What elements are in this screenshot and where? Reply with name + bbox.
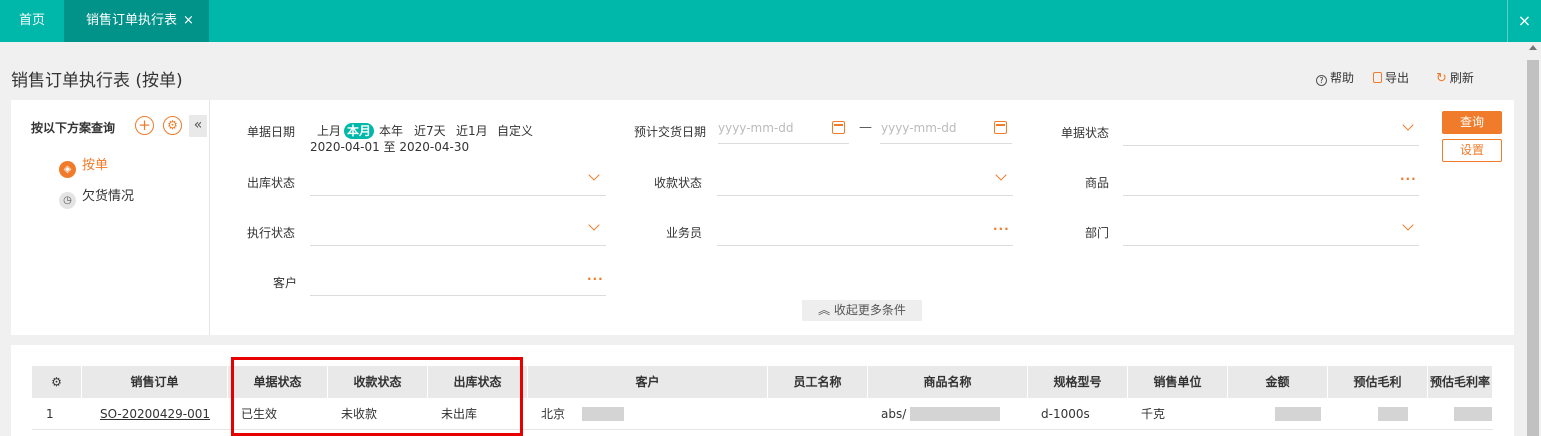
top-tab-bar: 首页 销售订单执行表 × × [0,0,1541,42]
column-header[interactable]: 预估毛利 [1328,366,1428,398]
receipt-status-select[interactable] [717,195,1013,196]
doc-date-label: 单据日期 [247,125,296,139]
exec-status-select[interactable] [310,245,606,246]
out-status-label: 出库状态 [247,176,296,190]
box-icon: ◈ [59,161,76,178]
page-title: 销售订单执行表 (按单) [11,71,183,91]
scheme-item-label: 欠货情况 [82,189,135,204]
quick-this-month[interactable]: 本月 [344,123,375,139]
chevron-down-icon[interactable] [588,169,600,181]
scheme-item-shortage[interactable]: ◷ 欠货情况 [59,185,134,209]
unit-cell: 千克 [1141,407,1166,421]
quick-last-7-days[interactable]: 近7天 [412,123,448,139]
column-header[interactable]: 销售单位 [1128,366,1228,398]
collapse-sidebar-icon[interactable]: « [189,115,207,137]
export-button[interactable]: 导出 [1373,69,1409,86]
more-dots-icon[interactable]: ··· [1400,172,1417,186]
department-label: 部门 [1085,226,1110,240]
redacted-customer [582,407,624,421]
column-settings-icon[interactable]: ⚙ [32,366,82,398]
column-header[interactable]: 员工名称 [768,366,868,398]
column-header[interactable]: 商品名称 [868,366,1028,398]
export-icon [1373,72,1382,83]
redacted-profit-rate [1454,407,1492,421]
column-header[interactable]: 客户 [528,366,768,398]
chevron-down-icon[interactable] [588,219,600,231]
column-header[interactable]: 规格型号 [1028,366,1128,398]
spec-cell: d-1000s [1041,407,1090,421]
collapse-more-conditions-button[interactable]: ︽ 收起更多条件 [802,300,922,321]
calendar-icon[interactable] [832,121,845,134]
refresh-button[interactable]: ↻ 刷新 [1436,69,1474,86]
add-scheme-icon[interactable]: + [135,116,154,135]
product-input[interactable] [1123,195,1419,196]
out-status-select[interactable] [310,195,606,196]
tab-label: 销售订单执行表 [86,13,178,28]
more-dots-icon[interactable]: ··· [587,272,604,286]
calendar-icon[interactable] [994,121,1007,134]
date-range-dash: — [859,120,872,135]
help-button[interactable]: ? 帮助 [1316,69,1354,86]
window-close-icon[interactable]: × [1507,0,1541,42]
more-label: 收起更多条件 [833,303,906,317]
salesman-input[interactable] [717,245,1013,246]
close-tab-icon[interactable]: × [183,13,194,28]
redacted-profit [1378,407,1408,421]
chevron-down-icon[interactable] [995,169,1007,181]
scheme-sidebar: 按以下方案查询 + ⚙ « ◈ 按单 ◷ 欠货情况 [11,100,210,335]
quick-last-month[interactable]: 上月 [315,123,343,139]
query-button[interactable]: 查询 [1442,111,1502,134]
chevron-up-icon: ︽ [818,303,831,317]
customer-input[interactable] [310,295,606,296]
quick-custom[interactable]: 自定义 [495,123,535,139]
scheme-item-by-order[interactable]: ◈ 按单 [59,154,108,178]
clock-icon: ◷ [59,192,76,209]
product-label: 商品 [1085,176,1110,190]
order-number-link[interactable]: SO-20200429-001 [82,398,228,430]
salesman-label: 业务员 [666,226,703,240]
customer-label: 客户 [273,276,298,290]
column-header[interactable]: 销售订单 [82,366,228,398]
chevron-down-icon[interactable] [1402,219,1414,231]
help-icon: ? [1316,75,1327,86]
scheme-settings-icon[interactable]: ⚙ [163,116,182,135]
delivery-date-end-input[interactable]: yyyy-mm-dd [881,121,956,135]
doc-status-select[interactable] [1123,145,1419,146]
exec-status-label: 执行状态 [247,226,296,240]
help-label: 帮助 [1330,71,1355,85]
settings-button[interactable]: 设置 [1442,139,1502,162]
employee-cell [768,398,868,430]
quick-this-year[interactable]: 本年 [377,123,405,139]
department-select[interactable] [1123,245,1419,246]
more-dots-icon[interactable]: ··· [993,222,1010,236]
column-header[interactable]: 预估毛利率 [1428,366,1493,398]
scrollbar-thumb[interactable] [1527,60,1539,436]
delivery-date-start-input[interactable]: yyyy-mm-dd [718,121,793,135]
field-underline [880,143,1012,144]
export-label: 导出 [1385,71,1410,85]
quick-last-1-month[interactable]: 近1月 [454,123,490,139]
scheme-title: 按以下方案查询 [31,121,116,135]
redacted-product [910,407,1000,421]
chevron-down-icon[interactable] [1402,119,1414,131]
refresh-icon: ↻ [1436,71,1447,86]
receipt-status-label: 收款状态 [654,176,703,190]
doc-status-label: 单据状态 [1061,126,1110,140]
scheme-item-label: 按单 [82,158,109,173]
vertical-scrollbar[interactable] [1525,42,1541,436]
highlight-box [231,357,523,436]
tab-sales-order-exec[interactable]: 销售订单执行表 × [64,0,209,42]
refresh-label: 刷新 [1449,71,1474,85]
column-header[interactable]: 金额 [1228,366,1328,398]
tab-home[interactable]: 首页 [0,0,64,42]
field-underline [718,143,849,144]
doc-date-range: 2020-04-01 至 2020-04-30 [310,140,470,154]
filter-panel: 按以下方案查询 + ⚙ « ◈ 按单 ◷ 欠货情况 单据日期 上月 本月 本年 近7… [11,100,1514,335]
customer-cell: 北京 [541,407,566,421]
delivery-date-label: 预计交货日期 [634,125,707,139]
redacted-amount [1275,407,1321,421]
row-index: 1 [46,407,54,421]
scroll-up-icon[interactable] [1529,45,1537,50]
